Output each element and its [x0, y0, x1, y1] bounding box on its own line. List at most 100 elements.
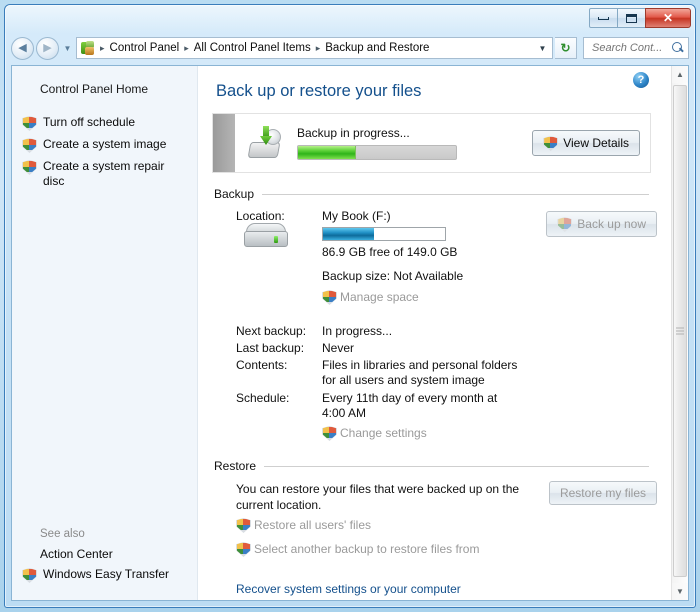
sidebar-item-label: Create a system image: [43, 137, 166, 152]
page-title: Back up or restore your files: [216, 82, 657, 101]
forward-button[interactable]: ▶: [36, 37, 59, 60]
back-button[interactable]: ◀: [11, 37, 34, 60]
restore-link-label: Select another backup to restore files f…: [254, 542, 479, 556]
manage-space-link[interactable]: Manage space: [322, 289, 419, 305]
shield-icon: [22, 160, 37, 175]
search-input[interactable]: [590, 41, 672, 55]
restore-body: You can restore your files that were bac…: [212, 481, 657, 598]
disk-capacity-bar: [322, 227, 446, 241]
see-also-label: See also: [12, 528, 197, 544]
restore-description: You can restore your files that were bac…: [236, 481, 536, 513]
maximize-icon: [626, 14, 637, 23]
chevron-down-icon: ▼: [676, 587, 684, 596]
restore-my-files-button[interactable]: Restore my files: [549, 481, 657, 505]
detail-row-next-backup: Next backup: In progress...: [212, 324, 657, 338]
control-panel-icon: [80, 40, 96, 56]
sidebar-item-windows-easy-transfer[interactable]: Windows Easy Transfer: [12, 564, 197, 586]
scroll-down-button[interactable]: ▼: [672, 583, 688, 600]
sidebar-item-create-a-system-image[interactable]: Create a system image: [12, 134, 197, 156]
refresh-button[interactable]: ↻: [555, 37, 577, 59]
detail-key: Next backup:: [212, 324, 322, 338]
detail-value: Files in libraries and personal folders …: [322, 358, 522, 388]
change-settings-link[interactable]: Change settings: [322, 425, 427, 441]
sidebar-item-label: Turn off schedule: [43, 115, 135, 130]
address-dropdown-icon[interactable]: ▼: [535, 44, 550, 53]
view-details-label: View Details: [563, 136, 629, 150]
section-divider: [262, 194, 649, 195]
section-divider: [264, 466, 649, 467]
restore-my-files-label: Restore my files: [560, 486, 646, 500]
detail-key: Contents:: [212, 358, 322, 372]
scrollbar-grip-icon: [676, 326, 684, 337]
search-box[interactable]: [583, 37, 689, 59]
breadcrumb-item-all-control-panel-items[interactable]: All Control Panel Items: [191, 40, 314, 56]
sidebar: Control Panel Home Turn off schedule Cre…: [12, 66, 198, 600]
sidebar-item-turn-off-schedule[interactable]: Turn off schedule: [12, 112, 197, 134]
breadcrumb-separator: ▸: [98, 43, 107, 54]
sidebar-see-also-section: See also Action Center Windows Easy Tran…: [12, 528, 197, 590]
breadcrumb-separator: ▸: [182, 43, 191, 54]
change-settings-label: Change settings: [340, 426, 427, 440]
scroll-up-button[interactable]: ▲: [672, 66, 688, 83]
backup-status-text: Backup in progress...: [297, 126, 520, 140]
back-up-now-button[interactable]: Back up now: [546, 211, 657, 237]
sidebar-item-create-a-system-repair-disc[interactable]: Create a system repair disc: [12, 156, 197, 192]
title-bar: ✕: [5, 5, 695, 33]
detail-value: Every 11th day of every month at 4:00 AM: [322, 391, 517, 421]
vertical-scrollbar[interactable]: ▲ ▼: [671, 66, 688, 600]
breadcrumb-item-control-panel[interactable]: Control Panel: [107, 40, 183, 56]
help-icon[interactable]: ?: [633, 72, 649, 88]
disk-capacity-fill: [323, 228, 374, 240]
sidebar-item-control-panel-home[interactable]: Control Panel Home: [12, 80, 197, 96]
back-up-now-label: Back up now: [577, 217, 646, 231]
breadcrumb: Control Panel ▸ All Control Panel Items …: [107, 40, 535, 56]
scrollbar-thumb[interactable]: [673, 85, 687, 577]
address-bar: ◀ ▶ ▼ ▸ Control Panel ▸ All Control Pane…: [5, 33, 695, 63]
close-icon: ✕: [663, 11, 673, 25]
search-icon: [672, 42, 685, 55]
maximize-button[interactable]: [617, 8, 646, 28]
restore-link-label: Restore all users' files: [254, 518, 371, 532]
backup-drive-icon: [249, 126, 285, 160]
shield-icon: [322, 426, 337, 441]
sidebar-item-label: Create a system repair disc: [43, 159, 187, 189]
chevron-down-icon: ▼: [64, 44, 72, 53]
sidebar-item-action-center[interactable]: Action Center: [12, 544, 197, 564]
minimize-button[interactable]: [589, 8, 618, 28]
breadcrumb-separator: ▸: [314, 43, 323, 54]
restore-section-label: Restore: [214, 459, 256, 473]
back-arrow-icon: ◀: [18, 43, 26, 54]
panel-accent-stripe: [213, 114, 235, 172]
control-panel-window: ✕ ◀ ▶ ▼ ▸ Control Panel ▸ All Control Pa…: [4, 4, 696, 608]
shield-icon: [322, 290, 337, 305]
backup-progress-fill: [298, 146, 356, 159]
shield-icon: [236, 518, 251, 533]
view-details-button[interactable]: View Details: [532, 130, 640, 156]
restore-all-users-files-link[interactable]: Restore all users' files: [236, 517, 371, 533]
change-settings-row: Change settings: [212, 425, 657, 441]
backup-location-left: Location:: [212, 209, 322, 241]
backup-location-details: My Book (F:) 86.9 GB free of 149.0 GB Ba…: [322, 209, 546, 310]
location-name: My Book (F:): [322, 209, 546, 223]
select-another-backup-link[interactable]: Select another backup to restore files f…: [236, 541, 479, 557]
client-area: Control Panel Home Turn off schedule Cre…: [11, 65, 689, 601]
detail-row-last-backup: Last backup: Never: [212, 341, 657, 355]
manage-space-label: Manage space: [340, 290, 419, 304]
forward-arrow-icon: ▶: [43, 43, 51, 54]
breadcrumb-item-backup-and-restore[interactable]: Backup and Restore: [322, 40, 432, 56]
disk-free-text: 86.9 GB free of 149.0 GB: [322, 245, 546, 259]
backup-section-header: Backup: [214, 187, 657, 201]
breadcrumb-bar[interactable]: ▸ Control Panel ▸ All Control Panel Item…: [76, 37, 553, 59]
close-button[interactable]: ✕: [645, 8, 691, 28]
detail-key: Last backup:: [212, 341, 322, 355]
backup-progress-bar: [297, 145, 457, 160]
recover-system-settings-link[interactable]: Recover system settings or your computer: [236, 582, 461, 596]
content-pane: ? Back up or restore your files Backup i…: [198, 66, 688, 600]
backup-section-label: Backup: [214, 187, 254, 201]
history-dropdown-button[interactable]: ▼: [61, 37, 74, 59]
shield-icon: [22, 116, 37, 131]
detail-key: Schedule:: [212, 391, 322, 405]
scrollbar-track[interactable]: [672, 83, 688, 583]
backup-size-text: Backup size: Not Available: [322, 269, 546, 283]
detail-row-schedule: Schedule: Every 11th day of every month …: [212, 391, 657, 421]
